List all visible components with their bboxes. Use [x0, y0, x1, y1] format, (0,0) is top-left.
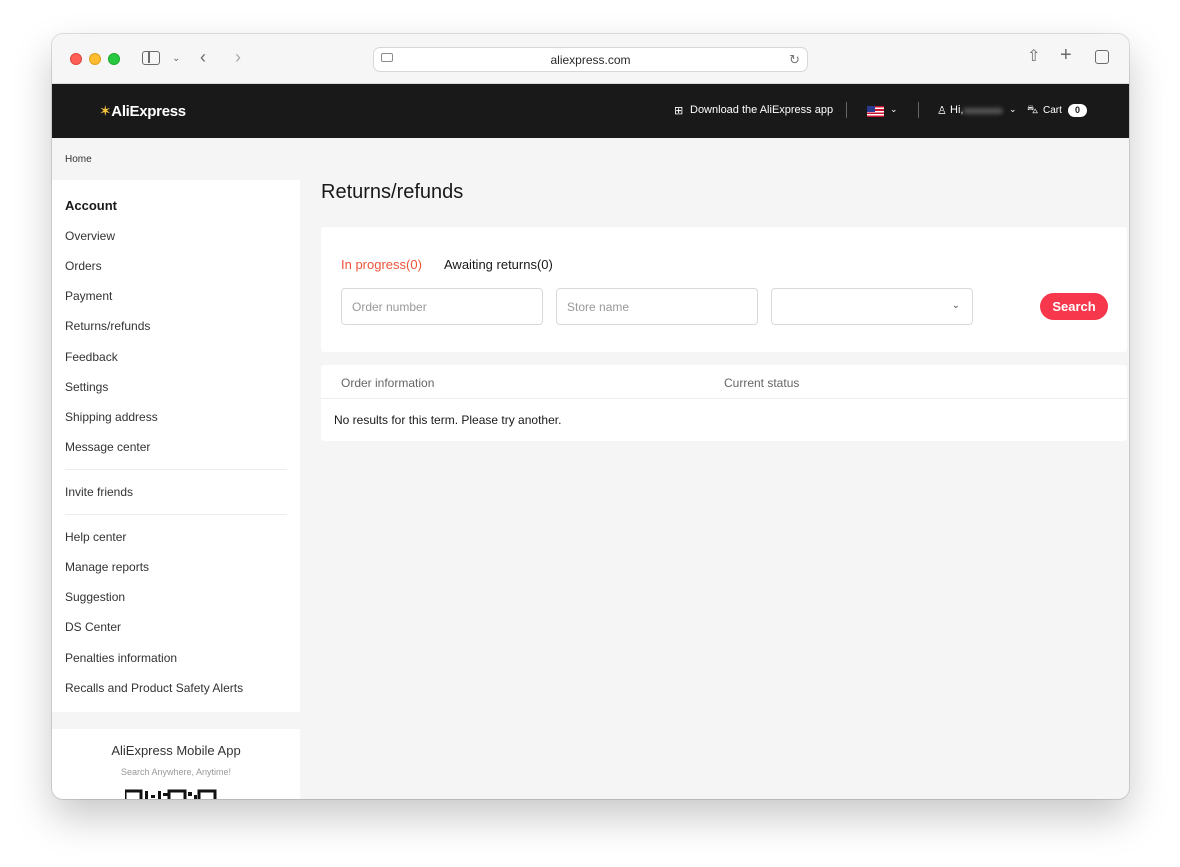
chevron-down-icon[interactable]: ⌄ [172, 51, 180, 67]
sidebar-item-message-center[interactable]: Message center [65, 440, 150, 454]
results-table: Order information Current status No resu… [321, 365, 1127, 441]
chevron-down-icon: ⌄ [951, 300, 960, 311]
sidebar-item-orders[interactable]: Orders [65, 259, 102, 273]
qr-code-icon: ⊞ [674, 105, 684, 117]
browser-window: ⌄ ‹ › aliexpress.com ↻ ⇧ + ✶AliExpress ⊞… [52, 34, 1129, 799]
tab-overview-icon[interactable] [1095, 50, 1109, 64]
search-button[interactable]: Search [1040, 293, 1108, 320]
reload-icon[interactable]: ↻ [789, 52, 800, 68]
sidebar-title: Account [65, 198, 117, 213]
address-bar[interactable]: aliexpress.com ↻ [373, 47, 808, 72]
new-tab-icon[interactable]: + [1060, 45, 1072, 65]
sidebar-item-recalls-alerts[interactable]: Recalls and Product Safety Alerts [65, 681, 243, 695]
filter-card: In progress(0) Awaiting returns(0) ⌄ Sea… [321, 227, 1127, 352]
sidebar-item-feedback[interactable]: Feedback [65, 350, 118, 364]
app-promo-title: AliExpress Mobile App [111, 743, 241, 758]
logo-text: AliExpress [111, 103, 186, 120]
account-sidebar: Account Overview Orders Payment Returns/… [52, 180, 300, 712]
sidebar-divider [65, 469, 287, 470]
us-flag-icon[interactable] [867, 106, 884, 117]
chevron-down-icon[interactable]: ⌄ [1009, 104, 1017, 115]
sidebar-item-ds-center[interactable]: DS Center [65, 620, 121, 634]
sidebar-item-shipping-address[interactable]: Shipping address [65, 410, 158, 424]
sidebar-item-returns-refunds[interactable]: Returns/refunds [65, 319, 150, 333]
chevron-down-icon[interactable]: ⌄ [890, 104, 898, 115]
site-header: ✶AliExpress ⊞ Download the AliExpress ap… [52, 84, 1129, 138]
empty-results-message: No results for this term. Please try ano… [334, 413, 562, 427]
user-greeting[interactable]: Hi, [950, 104, 963, 116]
sidebar-item-manage-reports[interactable]: Manage reports [65, 560, 149, 574]
table-divider [321, 398, 1127, 399]
status-select[interactable]: ⌄ [771, 288, 973, 325]
sidebar-item-payment[interactable]: Payment [65, 289, 112, 303]
sidebar-item-invite-friends[interactable]: Invite friends [65, 485, 133, 499]
cart-label[interactable]: Cart [1043, 105, 1062, 116]
zoom-window-button[interactable] [108, 53, 120, 65]
sidebar-item-help-center[interactable]: Help center [65, 530, 126, 544]
cart-icon[interactable]: ⛍ [1027, 104, 1038, 118]
blurred-username [963, 108, 1003, 114]
cart-count-badge: 0 [1068, 104, 1087, 117]
back-icon[interactable]: ‹ [200, 48, 206, 66]
url-text: aliexpress.com [550, 53, 631, 67]
page-title: Returns/refunds [321, 181, 464, 203]
app-promo-subtitle: Search Anywhere, Anytime! [120, 767, 232, 777]
breadcrumb[interactable]: Home [65, 154, 92, 165]
sidebar-item-overview[interactable]: Overview [65, 229, 115, 243]
close-window-button[interactable] [70, 53, 82, 65]
sidebar-icon[interactable] [142, 51, 160, 65]
order-number-input[interactable] [342, 289, 542, 324]
aliexpress-logo[interactable]: ✶AliExpress [99, 102, 186, 120]
sidebar-divider [65, 514, 287, 515]
header-divider [846, 102, 847, 118]
sidebar-item-penalties-information[interactable]: Penalties information [65, 651, 177, 665]
tab-in-progress[interactable]: In progress(0) [341, 257, 422, 272]
minimize-window-button[interactable] [89, 53, 101, 65]
store-name-field[interactable] [556, 288, 758, 325]
download-app-link[interactable]: Download the AliExpress app [690, 104, 833, 116]
share-icon[interactable]: ⇧ [1027, 49, 1040, 65]
sidebar-item-settings[interactable]: Settings [65, 380, 108, 394]
sidebar-item-suggestion[interactable]: Suggestion [65, 590, 125, 604]
header-divider [918, 102, 919, 118]
tab-awaiting-returns[interactable]: Awaiting returns(0) [444, 257, 553, 272]
qr-code-icon [125, 789, 217, 799]
order-number-field[interactable] [341, 288, 543, 325]
logo-star-icon: ✶ [99, 103, 112, 120]
mobile-app-promo: AliExpress Mobile App Search Anywhere, A… [52, 729, 300, 799]
store-name-input[interactable] [557, 289, 757, 324]
column-header-order-information: Order information [341, 376, 435, 390]
column-header-current-status: Current status [724, 376, 800, 390]
user-icon[interactable]: ♙ [937, 104, 947, 117]
browser-toolbar: ⌄ ‹ › aliexpress.com ↻ ⇧ + [52, 34, 1129, 84]
forward-icon[interactable]: › [235, 48, 241, 66]
